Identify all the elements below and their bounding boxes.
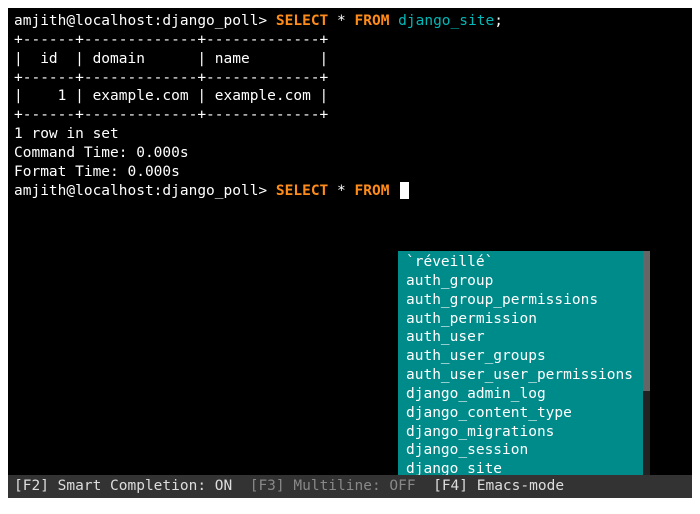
sql-select-keyword: SELECT [276, 13, 328, 29]
table-header: | id | domain | name | [14, 50, 686, 69]
prompt-db: django_poll> [162, 13, 267, 29]
sql-table-name: django_site [398, 13, 494, 29]
table-border: +------+-------------+-------------+ [14, 106, 686, 125]
scrollbar-thumb[interactable] [643, 251, 650, 391]
autocomplete-scrollbar[interactable] [643, 251, 650, 479]
command-time: Command Time: 0.000s [14, 144, 686, 163]
prompt-db: django_poll> [162, 183, 267, 199]
format-time: Format Time: 0.000s [14, 163, 686, 182]
sql-semicolon: ; [494, 13, 503, 29]
autocomplete-item[interactable]: django_session [398, 441, 643, 460]
table-border: +------+-------------+-------------+ [14, 69, 686, 88]
status-f4-key: [F4] [416, 478, 468, 494]
result-summary: 1 row in set [14, 125, 686, 144]
autocomplete-item[interactable]: django_content_type [398, 404, 643, 423]
table-row: | 1 | example.com | example.com | [14, 87, 686, 106]
status-f4-label: Emacs-mode [468, 478, 564, 494]
prompt-line-1: amjith@localhost:django_poll> SELECT * F… [14, 12, 686, 31]
sql-star: * [337, 13, 346, 29]
autocomplete-item[interactable]: django_migrations [398, 423, 643, 442]
sql-from-keyword: FROM [355, 13, 390, 29]
autocomplete-item[interactable]: `réveillé` [398, 253, 643, 272]
status-bar: [F2] Smart Completion: ON [F3] Multiline… [8, 475, 692, 498]
status-f3-state: OFF [389, 478, 415, 494]
sql-from-keyword: FROM [355, 183, 390, 199]
table-border: +------+-------------+-------------+ [14, 31, 686, 50]
prompt-line-2[interactable]: amjith@localhost:django_poll> SELECT * F… [14, 182, 686, 201]
autocomplete-menu[interactable]: `réveillé` auth_group auth_group_permiss… [398, 251, 643, 481]
status-f2-state: ON [215, 478, 232, 494]
autocomplete-item[interactable]: auth_user_groups [398, 347, 643, 366]
terminal-window[interactable]: amjith@localhost:django_poll> SELECT * F… [8, 8, 692, 498]
text-cursor [400, 182, 409, 199]
sql-star: * [337, 183, 346, 199]
autocomplete-item[interactable]: auth_group [398, 272, 643, 291]
prompt-userhost: amjith@localhost: [14, 183, 162, 199]
status-f2-key: [F2] [14, 478, 49, 494]
autocomplete-item[interactable]: django_admin_log [398, 385, 643, 404]
autocomplete-item[interactable]: auth_user [398, 328, 643, 347]
status-f2-label: Smart Completion: [49, 478, 215, 494]
autocomplete-item[interactable]: auth_permission [398, 310, 643, 329]
status-f3-label: Multiline: [285, 478, 390, 494]
autocomplete-item[interactable]: auth_user_user_permissions [398, 366, 643, 385]
prompt-userhost: amjith@localhost: [14, 13, 162, 29]
status-f3-key: [F3] [232, 478, 284, 494]
autocomplete-item[interactable]: auth_group_permissions [398, 291, 643, 310]
sql-select-keyword: SELECT [276, 183, 328, 199]
